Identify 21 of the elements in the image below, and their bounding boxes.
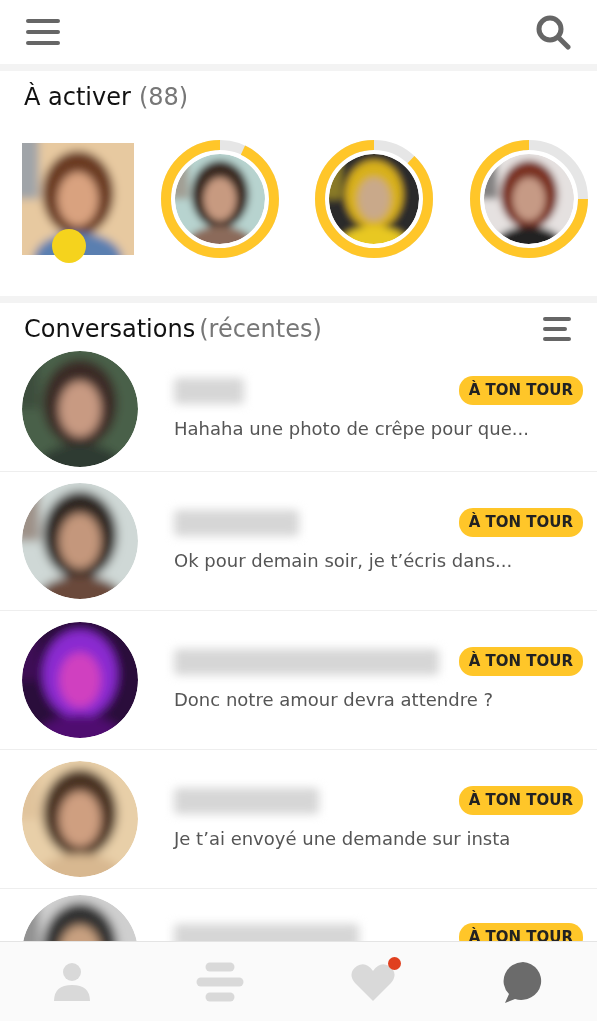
conversation-row[interactable]: À TON TOUR Je t’ai envoyé une demande sur insta xyxy=(0,750,597,889)
sort-icon[interactable] xyxy=(543,316,573,342)
turn-badge: À TON TOUR xyxy=(458,786,583,815)
section-title: À activer xyxy=(24,81,131,113)
turn-badge: À TON TOUR xyxy=(458,647,583,676)
search-icon[interactable] xyxy=(535,14,571,50)
conversation-row[interactable]: À TON TOUR Donc notre amour devra attendre ? xyxy=(0,611,597,750)
section-subtitle: (récentes) xyxy=(199,314,322,345)
message-preview: Ok pour demain soir, je t’écris dans... xyxy=(174,548,514,573)
conversation-row[interactable]: À TON TOUR Hahaha une photo de crêpe pour que... xyxy=(0,347,597,472)
section-title: Conversations xyxy=(24,314,196,345)
blurred-name xyxy=(174,377,244,404)
match-count: (88) xyxy=(138,82,189,113)
badge-icon xyxy=(52,229,86,263)
menu-icon[interactable] xyxy=(26,18,60,46)
turn-badge: À TON TOUR xyxy=(458,508,583,537)
message-preview: Hahaha une photo de crêpe pour que... xyxy=(174,416,530,441)
turn-badge: À TON TOUR xyxy=(458,376,583,405)
message-preview: Je t’ai envoyé une demande sur insta xyxy=(174,826,512,851)
conversation-row[interactable]: À TON TOUR Ok pour demain soir, je t’écris dans... xyxy=(0,472,597,611)
message-preview: Donc notre amour devra attendre ? xyxy=(174,687,494,712)
